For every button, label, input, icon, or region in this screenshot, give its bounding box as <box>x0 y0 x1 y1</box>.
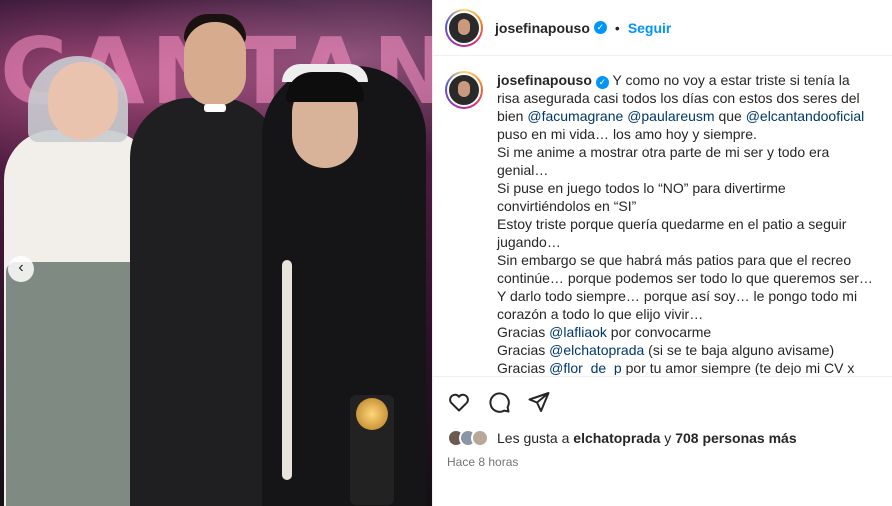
caption-area[interactable]: josefinapouso ✓ Y como no voy a estar tri… <box>433 57 892 375</box>
post-timestamp[interactable]: Hace 8 horas <box>447 455 879 469</box>
person-left-face <box>48 62 118 140</box>
post-actions: Les gusta a elchatoprada y 708 personas … <box>433 376 892 506</box>
caption-line: Si puse en juego todos lo “NO” para dive… <box>497 180 786 214</box>
caption-author-avatar[interactable] <box>445 71 483 109</box>
comment-icon[interactable] <box>487 390 511 414</box>
caption-line: Y darlo todo siempre… porque así soy… le… <box>497 288 858 322</box>
caption-line: puso en mi vida… los amo hoy y siempre. <box>497 126 757 142</box>
mention-link[interactable]: @paulareusm <box>627 108 714 124</box>
mention-link[interactable]: @elchatoprada <box>549 342 644 358</box>
likes-conjunction: y <box>660 430 676 446</box>
action-bar <box>447 389 879 415</box>
person-right-cord <box>282 260 292 480</box>
header-separator: • <box>614 19 620 36</box>
liker-username-link[interactable]: elchatoprada <box>573 430 660 446</box>
likes-summary: Les gusta a elchatoprada y 708 personas … <box>497 430 797 446</box>
stage-lamp-lens <box>356 398 388 430</box>
author-username[interactable]: josefinapouso <box>495 20 590 36</box>
caption-line: por convocarme <box>606 324 712 340</box>
caption-line: que <box>714 108 746 124</box>
carousel-prev-button[interactable]: ‹ <box>8 256 34 282</box>
heart-icon[interactable] <box>447 390 471 414</box>
mention-link[interactable]: @flor_de_p <box>549 360 622 375</box>
person-center-cassock <box>130 98 280 506</box>
caption-line: Gracias <box>497 342 550 358</box>
mention-link[interactable]: @lafliaok <box>549 324 607 340</box>
caption-line: Gracias <box>497 360 550 375</box>
mention-link[interactable]: @elcantandooficial <box>746 108 865 124</box>
person-center-collar <box>204 104 226 112</box>
verified-badge-icon: ✓ <box>595 75 609 89</box>
caption-text: josefinapouso ✓ Y como no voy a estar tri… <box>497 71 873 375</box>
post-side-panel: josefinapouso ✓ • Seguir josefinapouso ✓ … <box>432 0 892 506</box>
person-right-hair <box>286 72 364 102</box>
likes-row: Les gusta a elchatoprada y 708 personas … <box>447 429 879 447</box>
caption-author-username[interactable]: josefinapouso <box>497 72 592 88</box>
caption-line: Gracias <box>497 324 550 340</box>
post-header: josefinapouso ✓ • Seguir <box>433 0 892 56</box>
avatar <box>471 429 489 447</box>
person-center-face <box>184 22 246 106</box>
caption-line: Sin embargo se que habrá más patios para… <box>497 252 873 286</box>
caption-line: (si se te baja alguno avisame) <box>644 342 835 358</box>
likes-count-link[interactable]: 708 personas más <box>675 430 796 446</box>
author-avatar[interactable] <box>445 8 483 47</box>
chevron-left-icon: ‹ <box>18 259 24 276</box>
verified-badge-icon: ✓ <box>593 21 607 34</box>
liker-avatars[interactable] <box>447 429 489 447</box>
likes-prefix: Les gusta a <box>497 430 574 446</box>
caption-line: Si me anime a mostrar otra parte de mi s… <box>497 144 830 178</box>
post-photo[interactable]: CANTAND ‹ <box>0 0 432 506</box>
follow-button[interactable]: Seguir <box>628 20 672 36</box>
mention-link[interactable]: @facumagrane <box>527 108 623 124</box>
share-icon[interactable] <box>527 390 551 414</box>
caption-line: Estoy triste porque quería quedarme en e… <box>497 216 847 250</box>
